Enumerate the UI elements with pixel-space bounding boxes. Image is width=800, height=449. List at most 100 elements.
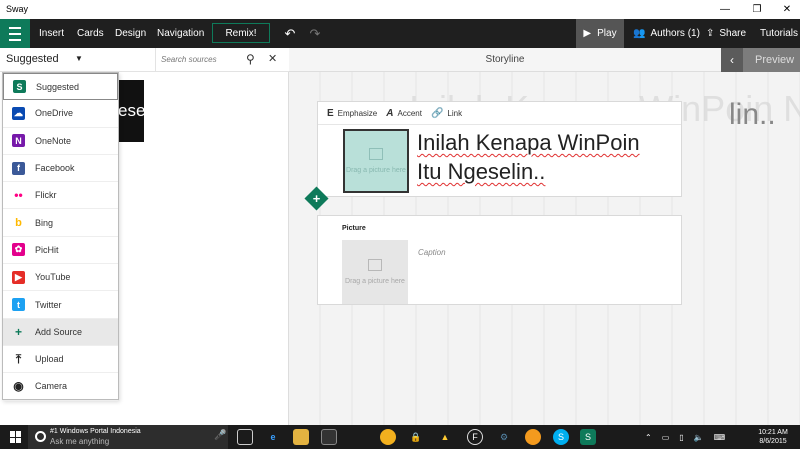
network-icon[interactable]: ▭ bbox=[662, 433, 670, 442]
source-item-camera[interactable]: ◉ Camera bbox=[3, 373, 118, 401]
source-item-suggested[interactable]: S Suggested bbox=[3, 73, 118, 101]
menu-design[interactable]: Design bbox=[115, 19, 146, 48]
chevron-down-icon[interactable]: ▼ bbox=[75, 54, 83, 63]
hamburger-icon bbox=[9, 25, 21, 43]
minimize-button[interactable]: — bbox=[710, 0, 740, 19]
youtube-icon: ▶ bbox=[12, 270, 25, 284]
title-card[interactable]: E Emphasize A Accent 🔗 Link Drag a pictu… bbox=[317, 101, 682, 197]
share-button[interactable]: ⇪ Share bbox=[706, 19, 746, 48]
source-search[interactable]: Search sources ⚲ bbox=[155, 48, 265, 71]
search-input[interactable]: Search sources bbox=[161, 55, 217, 64]
battery-icon[interactable]: ▯ bbox=[679, 433, 683, 442]
source-item-label: Facebook bbox=[35, 163, 75, 174]
source-item-onenote[interactable]: N OneNote bbox=[3, 128, 118, 155]
source-item-pichit[interactable]: ✿ PicHit bbox=[3, 237, 118, 265]
cortana-search-box[interactable]: #1 Windows Portal Indonesia Ask me anyth… bbox=[28, 425, 228, 449]
source-item-bing[interactable]: b Bing bbox=[3, 209, 118, 237]
title-heading[interactable]: Inilah Kenapa WinPoin Itu Ngeselin.. bbox=[417, 128, 640, 186]
triangle-app-icon[interactable]: ▲ bbox=[437, 429, 453, 445]
upload-icon: ⤒ bbox=[15, 351, 22, 366]
authors-button[interactable]: 👥 Authors (1) bbox=[633, 19, 700, 48]
share-label: Share bbox=[719, 28, 747, 39]
authors-label: Authors (1) bbox=[650, 28, 700, 39]
source-item-add-source[interactable]: + Add Source bbox=[3, 318, 118, 346]
hamburger-menu-button[interactable] bbox=[0, 19, 30, 48]
orange-app-icon[interactable] bbox=[525, 429, 541, 445]
circle-f-app-icon[interactable]: F bbox=[467, 429, 483, 445]
emoji-app-icon[interactable] bbox=[380, 429, 396, 445]
accent-icon: A bbox=[386, 107, 394, 119]
search-icon[interactable]: ⚲ bbox=[246, 52, 255, 66]
source-dropdown: S Suggested ☁ OneDrive N OneNote f Facebook •• Fl… bbox=[2, 72, 119, 401]
camera-icon: ◉ bbox=[13, 379, 24, 394]
source-item-flickr[interactable]: •• Flickr bbox=[3, 182, 118, 210]
link-button[interactable]: 🔗 Link bbox=[431, 108, 462, 119]
plus-icon[interactable]: + bbox=[308, 190, 325, 207]
chevron-up-icon[interactable]: ⌃ bbox=[645, 433, 652, 442]
title-picture-dropzone[interactable]: Drag a picture here bbox=[343, 129, 409, 193]
emphasize-button[interactable]: E Emphasize bbox=[327, 108, 377, 119]
undo-icon[interactable]: ↶ bbox=[280, 19, 300, 48]
emphasize-icon: E bbox=[327, 107, 334, 119]
picture-card[interactable]: Picture Drag a picture here Caption bbox=[317, 215, 682, 305]
pichit-icon: ✿ bbox=[12, 243, 25, 257]
lock-app-icon[interactable]: 🔒 bbox=[408, 429, 424, 445]
file-explorer-icon[interactable] bbox=[293, 429, 309, 445]
menu-insert[interactable]: Insert bbox=[39, 19, 64, 48]
clock[interactable]: 10:21 AM 8/6/2015 bbox=[750, 428, 796, 446]
picture-dropzone[interactable]: Drag a picture here bbox=[342, 240, 408, 304]
chevron-left-icon[interactable]: ‹ bbox=[721, 48, 743, 72]
microphone-icon[interactable]: 🎤 bbox=[214, 430, 226, 441]
windows-start-icon[interactable] bbox=[10, 431, 22, 443]
title-bar: Sway — ❐ ✕ bbox=[0, 0, 800, 19]
storyline-header: Storyline bbox=[289, 48, 721, 72]
close-window-button[interactable]: ✕ bbox=[772, 0, 800, 19]
link-label: Link bbox=[447, 108, 463, 118]
main-toolbar: Insert Cards Design Navigation Remix! ↶ … bbox=[0, 19, 800, 48]
menu-navigation[interactable]: Navigation bbox=[157, 19, 204, 48]
source-item-twitter[interactable]: t Twitter bbox=[3, 291, 118, 319]
play-button[interactable]: ▶ Play bbox=[576, 19, 624, 48]
clock-time: 10:21 AM bbox=[758, 429, 788, 436]
keyboard-icon[interactable]: ⌨ bbox=[714, 433, 726, 442]
edge-icon[interactable]: e bbox=[265, 429, 281, 445]
sway-taskbar-icon[interactable]: S bbox=[580, 429, 596, 445]
source-item-onedrive[interactable]: ☁ OneDrive bbox=[3, 100, 118, 128]
plus-icon: + bbox=[14, 324, 22, 339]
format-toolbar: E Emphasize A Accent 🔗 Link bbox=[318, 102, 681, 125]
bing-icon: b bbox=[15, 216, 22, 229]
remix-button[interactable]: Remix! bbox=[212, 23, 270, 43]
source-item-youtube[interactable]: ▶ YouTube bbox=[3, 264, 118, 292]
store-icon[interactable] bbox=[321, 429, 337, 445]
source-item-label: OneNote bbox=[35, 135, 72, 146]
task-view-icon[interactable] bbox=[237, 429, 253, 445]
accent-label: Accent bbox=[397, 108, 422, 118]
cortana-news: #1 Windows Portal Indonesia bbox=[50, 428, 141, 435]
network-app-icon[interactable]: ⚙ bbox=[496, 429, 512, 445]
source-item-upload[interactable]: ⤒ Upload bbox=[3, 346, 118, 374]
volume-icon[interactable]: 🔈 bbox=[694, 433, 704, 442]
system-tray: ⌃ ▭ ▯ 🔈 ⌨ bbox=[645, 425, 725, 449]
preview-pane-header[interactable]: ‹ Preview bbox=[721, 48, 800, 72]
sway-icon: S bbox=[13, 80, 26, 94]
menu-cards[interactable]: Cards bbox=[77, 19, 104, 48]
source-selector[interactable]: Suggested bbox=[6, 53, 59, 65]
maximize-button[interactable]: ❐ bbox=[742, 0, 772, 19]
close-icon[interactable]: ✕ bbox=[268, 52, 277, 65]
source-item-label: Flickr bbox=[35, 190, 57, 201]
windows-taskbar: #1 Windows Portal Indonesia Ask me anyth… bbox=[0, 425, 800, 449]
source-item-label: OneDrive bbox=[35, 108, 74, 119]
source-item-label: Bing bbox=[35, 217, 54, 228]
caption-input[interactable]: Caption bbox=[418, 248, 446, 257]
cortana-icon bbox=[35, 431, 46, 442]
tutorials-button[interactable]: Tutorials bbox=[760, 19, 798, 48]
source-item-facebook[interactable]: f Facebook bbox=[3, 155, 118, 183]
preview-title-fragment: lin.. bbox=[729, 98, 776, 131]
twitter-icon: t bbox=[12, 298, 25, 312]
dropzone-text: Drag a picture here bbox=[345, 277, 405, 285]
result-thumbnail[interactable]: eselin.. bbox=[118, 80, 144, 142]
accent-button[interactable]: A Accent bbox=[386, 108, 422, 119]
source-item-label: Suggested bbox=[36, 81, 80, 92]
skype-icon[interactable]: S bbox=[553, 429, 569, 445]
redo-icon[interactable]: ↷ bbox=[305, 19, 325, 48]
